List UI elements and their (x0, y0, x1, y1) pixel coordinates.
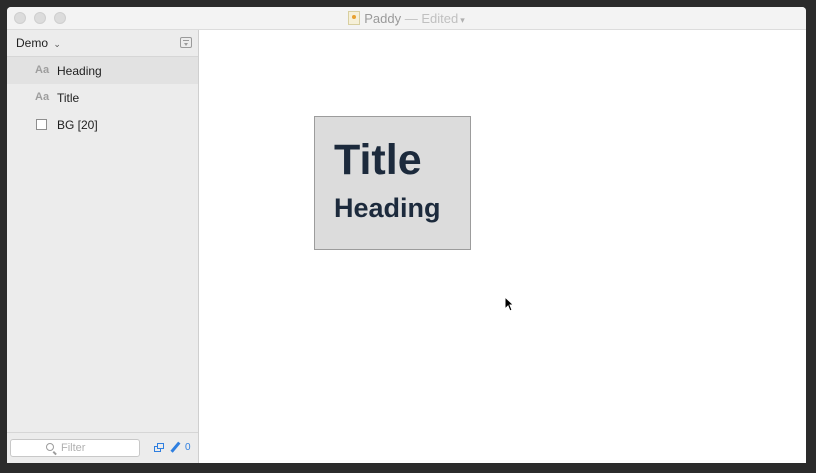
style-list: Aa Heading Aa Title BG [20] (7, 57, 198, 138)
sidebar-header: Demo ⌄ (7, 30, 198, 57)
filter-input[interactable] (61, 441, 137, 455)
list-item-label: BG [20] (57, 118, 98, 132)
document-selector-label: Demo (16, 36, 49, 50)
list-item-label: Title (57, 91, 80, 105)
usage-count: 0 (185, 442, 191, 453)
search-icon (46, 443, 54, 451)
window-title[interactable]: Paddy — Edited ▾ (7, 11, 806, 26)
text-style-icon: Aa (35, 64, 50, 76)
color-swatch-icon (36, 119, 47, 130)
duplicate-icon[interactable] (154, 443, 164, 452)
filter-field[interactable] (10, 439, 140, 457)
document-selector[interactable]: Demo ⌄ (16, 36, 61, 50)
artboard-heading[interactable]: Heading (334, 195, 441, 222)
sidebar-menu-icon[interactable] (180, 37, 192, 48)
window-title-app: Paddy (364, 11, 402, 26)
list-item-bg[interactable]: BG [20] (7, 111, 198, 138)
window-title-status: — Edited (404, 11, 459, 26)
sidebar-footer: 0 (7, 432, 198, 463)
sidebar: Demo ⌄ Aa Heading Aa Title BG [20] Filte… (7, 30, 199, 463)
chevron-down-icon: ▾ (460, 15, 465, 25)
list-item-label: Heading (57, 64, 102, 78)
app-window: Paddy — Edited ▾ Demo ⌄ Aa Heading Aa Tit… (7, 7, 806, 463)
chevron-down-icon: ⌄ (53, 39, 61, 49)
list-item-title[interactable]: Aa Title (7, 84, 198, 111)
list-item-heading[interactable]: Aa Heading (7, 57, 198, 84)
text-style-icon: Aa (35, 91, 50, 103)
artboard[interactable]: Title Heading (314, 116, 471, 250)
artboard-title[interactable]: Title (334, 139, 422, 182)
canvas[interactable]: Title Heading (199, 30, 806, 463)
document-icon (348, 11, 361, 25)
title-bar: Paddy — Edited ▾ (7, 7, 806, 30)
mouse-cursor-icon (504, 296, 514, 312)
brush-icon[interactable] (170, 441, 180, 454)
